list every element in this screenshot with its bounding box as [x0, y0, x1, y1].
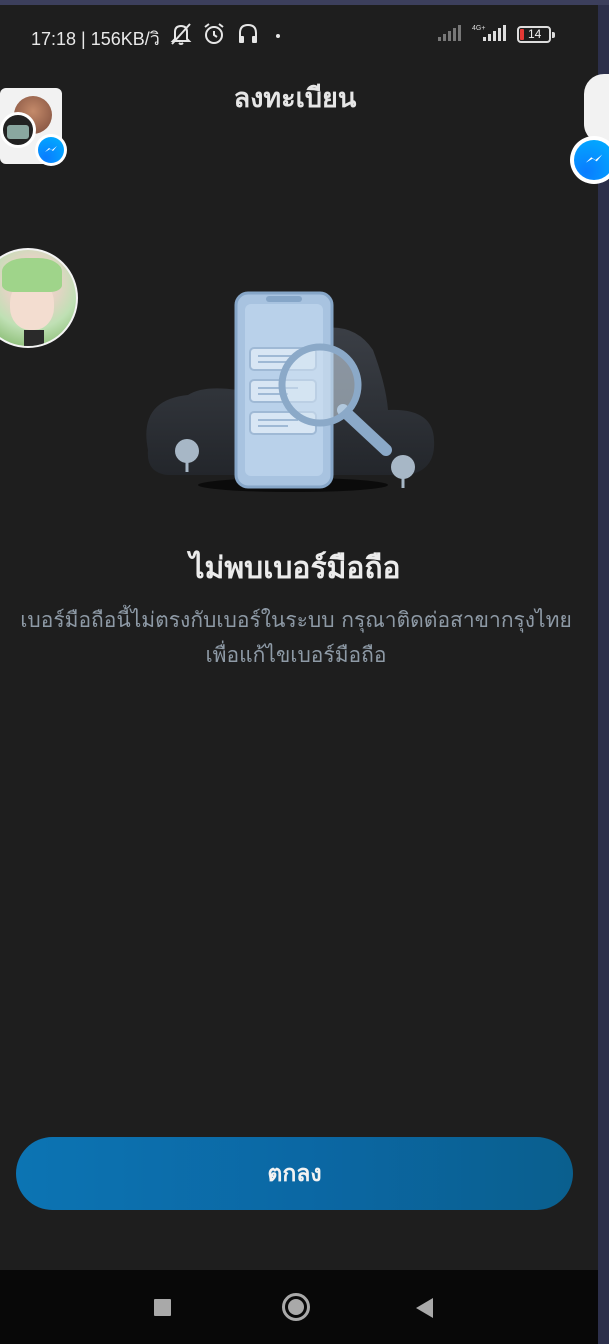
- phone-search-illustration: [138, 290, 438, 495]
- chathead-group-left[interactable]: [0, 88, 70, 168]
- network-type-label: 4G+: [472, 25, 486, 32]
- home-icon[interactable]: [282, 1293, 310, 1321]
- recent-apps-icon[interactable]: [154, 1299, 171, 1316]
- battery-level: 14: [528, 27, 542, 41]
- status-bar: 17:18 | 156KB/วิ 4G+ 14: [0, 14, 598, 58]
- chathead-group-right[interactable]: [570, 74, 609, 184]
- top-strip: [0, 0, 609, 5]
- messenger-badge-icon: [35, 134, 67, 166]
- navigation-bar: [0, 1270, 598, 1344]
- not-found-message: เบอร์มือถือนี้ไม่ตรงกับเบอร์ในระบบ กรุณา…: [20, 608, 572, 667]
- messenger-badge-icon: [570, 136, 609, 184]
- page-title: ลงทะเบียน: [233, 83, 357, 114]
- silent-bell-icon: [170, 22, 192, 50]
- signal-strong-icon: [483, 23, 506, 41]
- right-edge-strip: [598, 0, 609, 1344]
- dot-indicator: [276, 34, 280, 38]
- ok-button[interactable]: ตกลง: [16, 1137, 573, 1210]
- back-icon[interactable]: [416, 1298, 433, 1318]
- battery-nub: [552, 32, 555, 38]
- headset-icon: [236, 22, 260, 50]
- status-time-speed: 17:18 | 156KB/วิ: [31, 29, 160, 49]
- signal-weak-icon: [438, 23, 461, 41]
- not-found-heading: ไม่พบเบอร์มือถือ: [189, 551, 401, 586]
- ok-button-label: ตกลง: [267, 1160, 322, 1187]
- alarm-icon: [202, 22, 226, 50]
- battery-icon: 14: [517, 26, 551, 43]
